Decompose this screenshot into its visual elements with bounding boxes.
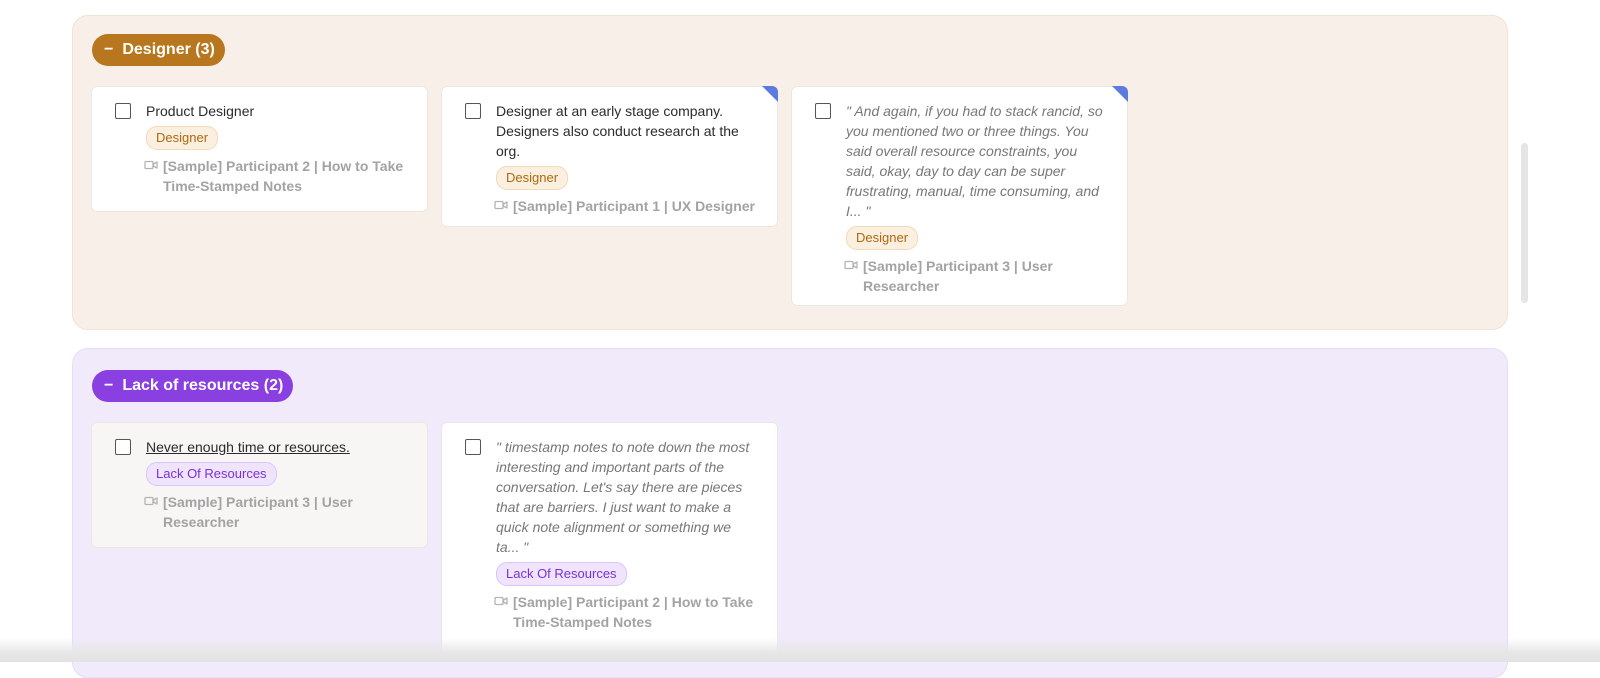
quote-text: " timestamp notes to note down the most … xyxy=(496,439,750,555)
checkbox-icon[interactable] xyxy=(115,439,131,455)
video-camera-icon xyxy=(144,496,158,506)
note-text[interactable]: Never enough time or resources. xyxy=(146,437,407,457)
quote-text: " And again, if you had to stack rancid,… xyxy=(846,103,1103,219)
vertical-scrollbar[interactable] xyxy=(1521,143,1528,303)
designer-group-label: Designer (3) xyxy=(122,41,215,58)
source-link[interactable]: [Sample] Participant 2 | How to Take Tim… xyxy=(144,156,407,196)
source-link[interactable]: [Sample] Participant 3 | User Researcher xyxy=(844,256,1107,296)
source-label: [Sample] Participant 3 | User Researcher xyxy=(863,258,1053,294)
checkbox-icon[interactable] xyxy=(815,103,831,119)
tag-badge[interactable]: Designer xyxy=(846,226,919,250)
lack-group-label: Lack of resources (2) xyxy=(122,377,284,394)
lack-group-toggle[interactable]: − Lack of resources (2) xyxy=(92,370,294,402)
source-label: [Sample] Participant 3 | User Researcher xyxy=(163,494,353,530)
video-camera-icon xyxy=(844,260,858,270)
note-card[interactable]: Product Designer Designer [Sample] Parti… xyxy=(91,86,428,212)
note-card[interactable]: " timestamp notes to note down the most … xyxy=(441,422,778,662)
minus-icon: − xyxy=(104,41,114,58)
source-label: [Sample] Participant 1 | UX Designer xyxy=(513,198,755,214)
tag-badge[interactable]: Lack Of Resources xyxy=(496,562,627,586)
video-camera-icon xyxy=(144,160,158,170)
bottom-fade xyxy=(0,638,1600,662)
corner-marker xyxy=(762,86,778,102)
designer-group: − Designer (3) Product Designer Designer… xyxy=(72,15,1508,330)
lack-of-resources-group: − Lack of resources (2) Never enough tim… xyxy=(72,348,1508,678)
note-card[interactable]: Never enough time or resources. Lack Of … xyxy=(91,422,428,548)
checkbox-icon[interactable] xyxy=(465,439,481,455)
checkbox-icon[interactable] xyxy=(115,103,131,119)
note-card[interactable]: " And again, if you had to stack rancid,… xyxy=(791,86,1128,306)
video-camera-icon xyxy=(494,596,508,606)
tag-badge[interactable]: Designer xyxy=(496,166,569,190)
tag-badge[interactable]: Lack Of Resources xyxy=(146,462,277,486)
tag-badge[interactable]: Designer xyxy=(146,126,219,150)
source-link[interactable]: [Sample] Participant 1 | UX Designer xyxy=(494,196,757,216)
note-text: Product Designer xyxy=(146,103,255,119)
designer-group-toggle[interactable]: − Designer (3) xyxy=(92,34,225,66)
source-label: [Sample] Participant 2 | How to Take Tim… xyxy=(513,594,754,630)
source-link[interactable]: [Sample] Participant 2 | How to Take Tim… xyxy=(494,592,757,632)
video-camera-icon xyxy=(494,200,508,210)
minus-icon: − xyxy=(104,377,114,394)
source-link[interactable]: [Sample] Participant 3 | User Researcher xyxy=(144,492,407,532)
corner-marker xyxy=(1112,86,1128,102)
note-text: Designer at an early stage company. Desi… xyxy=(496,103,739,159)
checkbox-icon[interactable] xyxy=(465,103,481,119)
note-card[interactable]: Designer at an early stage company. Desi… xyxy=(441,86,778,227)
source-label: [Sample] Participant 2 | How to Take Tim… xyxy=(163,158,404,194)
